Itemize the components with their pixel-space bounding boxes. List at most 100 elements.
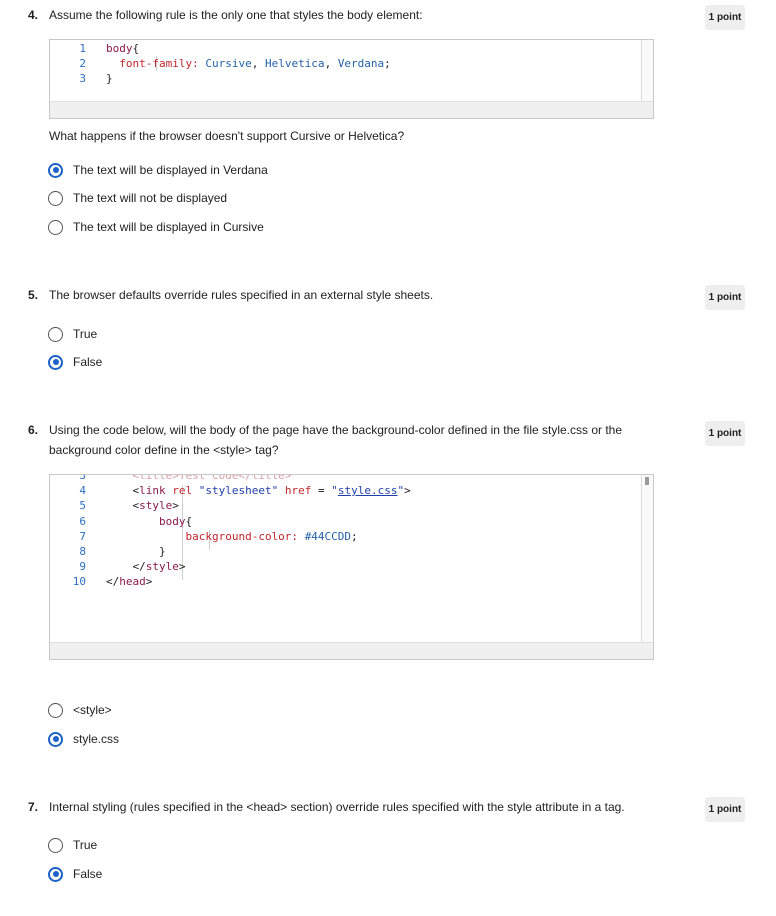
option-style-tag[interactable]: <style> (48, 700, 112, 720)
code-token: > (145, 575, 153, 589)
option-label: The text will be displayed in Verdana (73, 163, 268, 177)
option-cursive[interactable]: The text will be displayed in Cursive (48, 217, 264, 237)
code-token: rel (172, 484, 199, 498)
points-badge: 1 point (705, 421, 745, 446)
code-token: <title>Test Code</title> (106, 475, 292, 482)
option-label: False (73, 355, 103, 369)
option-false[interactable]: False (48, 352, 102, 372)
question-number: 7. (28, 800, 39, 814)
code-token: style (139, 499, 173, 513)
code-text: </head> (106, 574, 152, 589)
code-text: </style> (106, 559, 186, 574)
code-token: </ (106, 560, 146, 574)
code-area[interactable]: 3 <title>Test Code</title> 4 <link rel "s… (50, 475, 641, 643)
option-true[interactable]: True (48, 835, 97, 855)
code-token: body (106, 42, 133, 55)
code-token: Verdana (337, 57, 385, 71)
option-label: The text will be displayed in Cursive (73, 220, 264, 234)
code-area[interactable]: 1 body{2 font-family: Cursive, Helvetica,… (50, 40, 641, 103)
line-number: 3 (79, 475, 86, 482)
option-style-css[interactable]: style.css (48, 729, 119, 749)
code-token: Helvetica (264, 57, 325, 71)
code-token: < (106, 484, 140, 498)
code-text: font-family: Cursive, Helvetica, Verdana… (106, 56, 391, 71)
code-editor[interactable]: 3 <title>Test Code</title> 4 <link rel "s… (49, 474, 654, 660)
code-token: href (284, 484, 318, 498)
code-token: Cursive (205, 57, 252, 71)
line-number: 6 (79, 514, 86, 528)
code-token: body (106, 514, 186, 528)
code-text: } (106, 71, 113, 86)
code-token: </ (106, 575, 120, 589)
code-text: <link rel "stylesheet" href = "style.css… (106, 483, 411, 498)
code-token: , (324, 57, 338, 71)
option-label: <style> (73, 703, 112, 717)
radio-button[interactable] (48, 162, 63, 178)
option-label: False (73, 867, 103, 881)
radio-button[interactable] (48, 702, 63, 718)
points-badge: 1 point (705, 797, 745, 822)
question-prompt: Assume the following rule is the only on… (49, 8, 423, 22)
question-subprompt: What happens if the browser doesn't supp… (49, 129, 405, 143)
radio-button[interactable] (48, 837, 63, 853)
code-text: <style> (106, 498, 178, 513)
code-token: < (106, 499, 140, 513)
code-token: ; (351, 529, 358, 543)
option-label: True (73, 327, 98, 341)
line-number: 2 (79, 57, 86, 71)
radio-button[interactable] (48, 219, 63, 235)
code-token: { (185, 514, 193, 528)
question-prompt: Internal styling (rules specified in the… (49, 800, 625, 814)
option-label: style.css (73, 732, 120, 746)
line-number: 8 (79, 545, 86, 558)
code-token: link (139, 484, 173, 498)
vertical-scrollbar[interactable] (641, 40, 653, 103)
vertical-scrollbar[interactable] (641, 475, 653, 643)
radio-button[interactable] (48, 731, 63, 747)
code-text: } (106, 544, 166, 559)
code-token: background-color: (106, 529, 305, 543)
code-token: style (145, 560, 179, 574)
line-number: 5 (79, 499, 86, 513)
code-token: style.css (337, 484, 398, 498)
code-text: <title>Test Code</title> (106, 475, 291, 483)
line-number: 7 (79, 529, 86, 543)
code-editor[interactable]: 1 body{2 font-family: Cursive, Helvetica,… (49, 39, 654, 119)
question-prompt: Using the code below, will the body of t… (49, 423, 623, 457)
code-token: #44CCDD (304, 529, 352, 543)
code-text: body{ (106, 41, 139, 56)
points-badge: 1 point (705, 5, 745, 30)
code-token: , (251, 57, 265, 71)
line-number: 1 (79, 42, 86, 55)
code-token: "stylesheet" (198, 484, 285, 498)
radio-button[interactable] (48, 354, 63, 370)
code-token: > (178, 560, 186, 574)
line-number: 4 (79, 484, 86, 498)
code-text: background-color: #44CCDD; (106, 529, 358, 544)
scrollbar-thumb[interactable] (645, 477, 649, 485)
points-badge: 1 point (705, 285, 745, 310)
option-label: The text will not be displayed (73, 191, 228, 205)
option-label: True (73, 838, 98, 852)
option-false[interactable]: False (48, 864, 102, 884)
radio-button[interactable] (48, 866, 63, 882)
code-token: " (331, 484, 338, 498)
question-number: 5. (28, 288, 39, 302)
question-number: 6. (28, 423, 39, 437)
editor-bottom-bar (50, 642, 653, 659)
code-token: ; (384, 57, 391, 71)
radio-button[interactable] (48, 326, 63, 342)
code-text: body{ (106, 514, 192, 529)
option-verdana[interactable]: The text will be displayed in Verdana (48, 160, 268, 180)
editor-bottom-bar (50, 101, 653, 118)
radio-button[interactable] (48, 190, 63, 206)
line-number: 9 (79, 560, 86, 574)
line-number: 10 (72, 575, 86, 589)
code-token: font-family: (106, 57, 206, 71)
option-not-displayed[interactable]: The text will not be displayed (48, 188, 227, 208)
option-true[interactable]: True (48, 324, 97, 344)
line-number: 3 (79, 72, 86, 86)
code-token: { (132, 42, 140, 55)
question-prompt: The browser defaults override rules spec… (49, 288, 434, 302)
code-token: > (404, 484, 411, 498)
